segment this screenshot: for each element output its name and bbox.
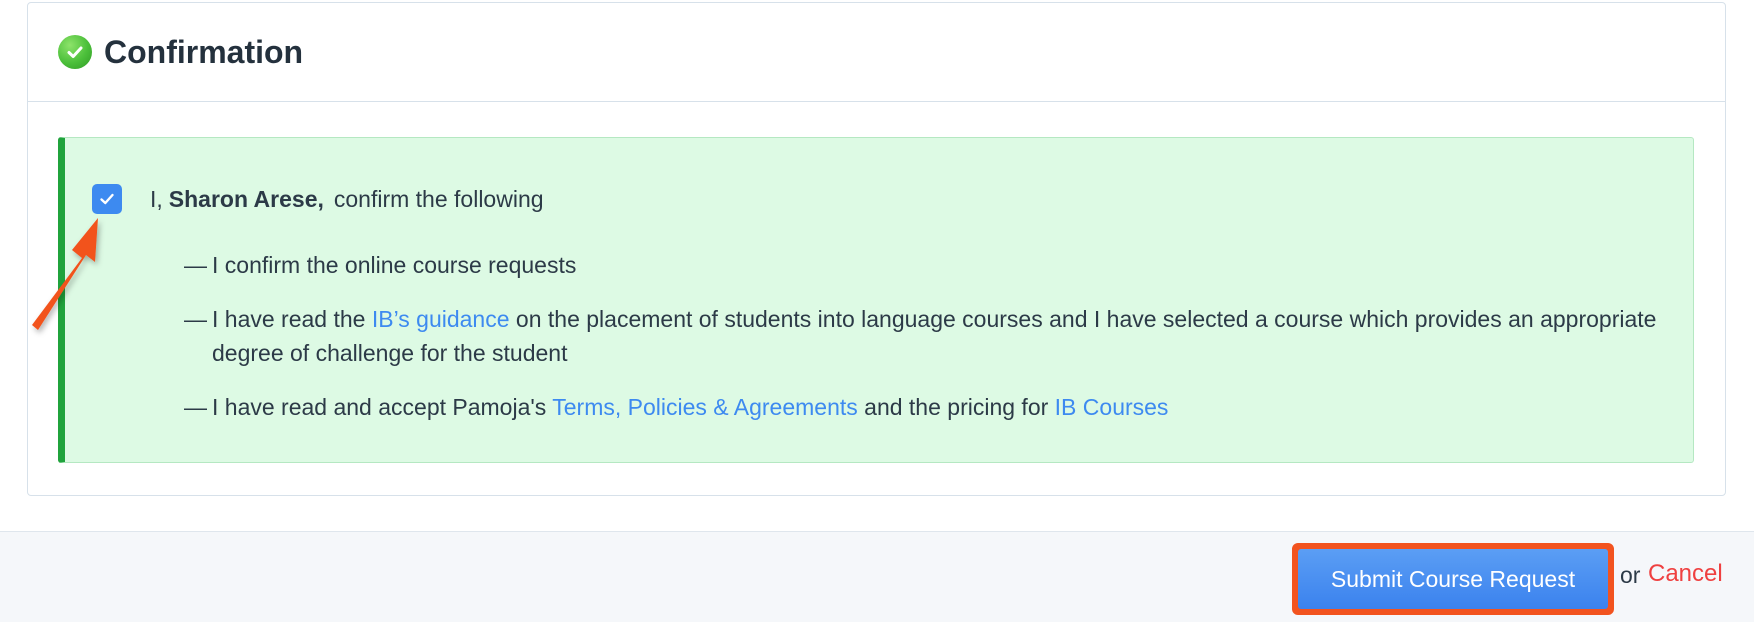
- confirm-suffix: confirm the following: [333, 185, 544, 212]
- policy-link[interactable]: Terms, Policies & Agreements: [552, 394, 858, 420]
- confirmation-list: — I confirm the online course requests — I …: [184, 248, 1674, 444]
- policy-link[interactable]: IB Courses: [1055, 394, 1169, 420]
- list-item-fragment: I have read and accept Pamoja's: [212, 394, 553, 420]
- or-text: or: [1620, 562, 1641, 588]
- list-item-fragment: I have read the: [212, 306, 372, 332]
- confirmation-notice: I, Sharon Arese, confirm the following —…: [58, 137, 1694, 463]
- checkmark-icon: [100, 193, 114, 205]
- list-item-text: I have read and accept Pamoja's Terms, P…: [212, 390, 1674, 424]
- confirmation-card: Confirmation I, Sharon Arese, confirm th…: [27, 2, 1726, 496]
- card-header: Confirmation: [28, 3, 1725, 102]
- policy-link[interactable]: IB’s guidance: [372, 306, 510, 332]
- confirm-checkbox[interactable]: [92, 184, 122, 214]
- page-title: Confirmation: [104, 33, 304, 70]
- list-dash: —: [184, 306, 207, 332]
- list-item-fragment: and the pricing for: [857, 394, 1055, 420]
- cancel-link[interactable]: Cancel: [1648, 560, 1723, 588]
- list-item-fragment: I confirm the online course requests: [212, 252, 577, 278]
- check-circle-icon: [58, 35, 92, 69]
- user-name: Sharon Arese,: [168, 185, 324, 212]
- submit-course-request-button[interactable]: Submit Course Request: [1298, 549, 1608, 609]
- list-item-text: I confirm the online course requests: [212, 248, 1674, 282]
- list-item: — I confirm the online course requests: [184, 248, 1674, 282]
- list-dash: —: [184, 252, 207, 278]
- list-item-text: I have read the IB’s guidance on the pla…: [212, 302, 1674, 370]
- list-item: — I have read and accept Pamoja's Terms, …: [184, 390, 1674, 424]
- confirm-statement: I, Sharon Arese, confirm the following: [150, 184, 544, 214]
- form-footer: Submit Course Request or Cancel: [0, 531, 1754, 622]
- list-dash: —: [184, 394, 207, 420]
- confirm-prefix: I,: [150, 185, 163, 212]
- submit-highlight: Submit Course Request: [1292, 543, 1614, 615]
- list-item: — I have read the IB’s guidance on the pl…: [184, 302, 1674, 370]
